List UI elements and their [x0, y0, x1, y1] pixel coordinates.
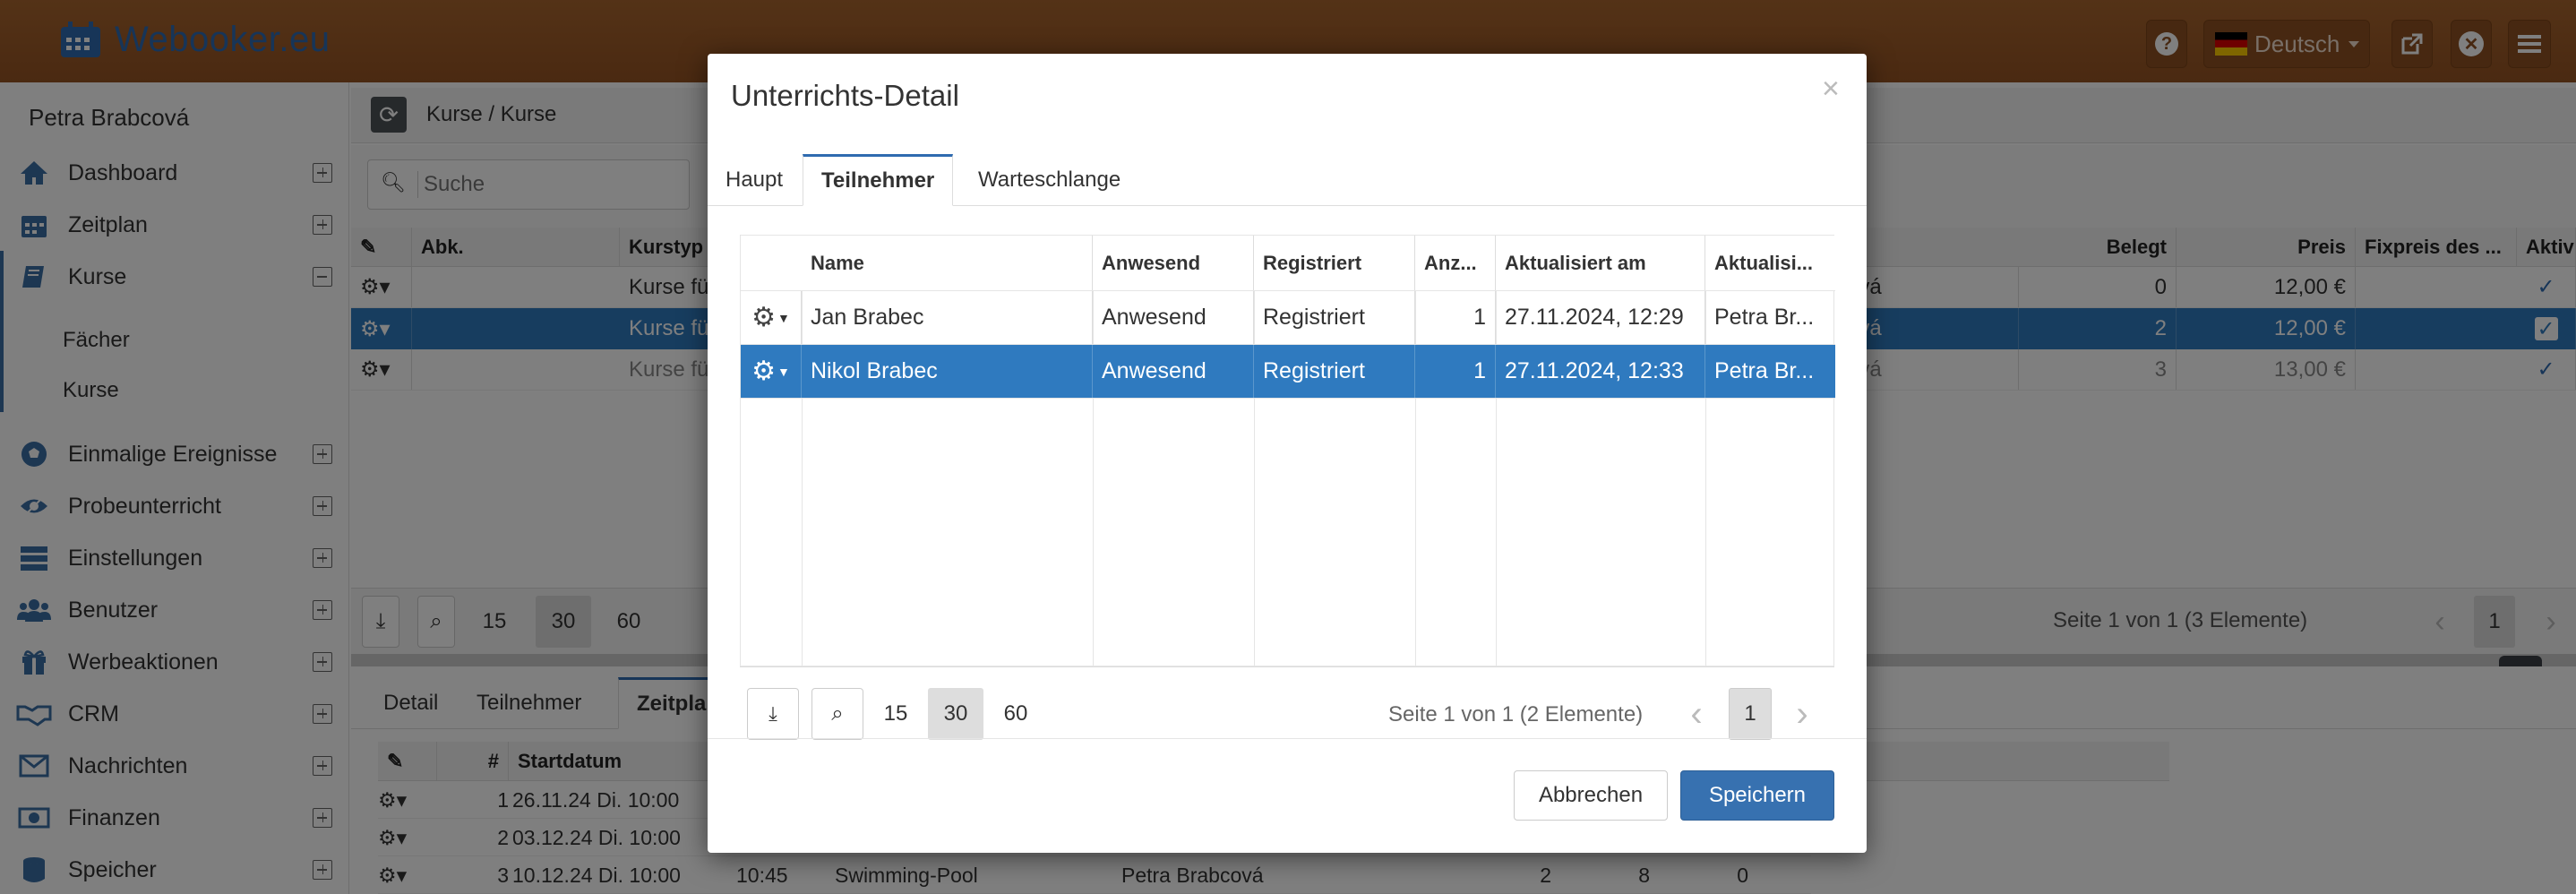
cell-aktualisiert-von: Petra Br... — [1714, 358, 1815, 383]
participants-grid: Name Anwesend Registriert Anz... Aktuali… — [740, 235, 1835, 667]
modal-tabs: Haupt Teilnehmer Warteschlange — [708, 143, 1867, 206]
grid-footer-divider — [740, 666, 1834, 667]
cancel-button[interactable]: Abbrechen — [1514, 770, 1668, 821]
caret-down-icon: ▼ — [777, 310, 790, 325]
modal-footer-divider — [708, 738, 1867, 739]
cell-name: Nikol Brabec — [802, 345, 1093, 398]
tab-haupt[interactable]: Haupt — [708, 154, 801, 206]
cell-anzahl: 1 — [1415, 291, 1496, 344]
gear-icon: ⚙ — [751, 303, 777, 332]
tab-warteschlange[interactable]: Warteschlange — [960, 154, 1138, 206]
page-size-30[interactable]: 30 — [928, 688, 983, 740]
header-anzahl[interactable]: Anz... — [1415, 236, 1496, 290]
save-button[interactable]: Speichern — [1680, 770, 1834, 821]
cell-aktualisiert-von: Petra Br... — [1714, 305, 1815, 330]
pager-info: Seite 1 von 1 (2 Elemente) — [1388, 702, 1644, 726]
page-1-button[interactable]: 1 — [1729, 688, 1772, 740]
cell-anzahl: 1 — [1415, 345, 1496, 398]
participants-grid-header: Name Anwesend Registriert Anz... Aktuali… — [741, 236, 1835, 291]
gear-icon: ⚙ — [751, 357, 777, 386]
participants-pager: ⤓ ⌕ 15 30 60 Seite 1 von 1 (2 Elemente) … — [740, 688, 1834, 742]
close-icon[interactable]: × — [1822, 72, 1840, 107]
table-row[interactable]: ⚙ ▼ Jan Brabec Anwesend Registriert 1 27.… — [741, 291, 1835, 345]
gear-menu-button[interactable]: ⚙ ▼ — [741, 291, 802, 344]
lesson-detail-modal: Unterrichts-Detail × Haupt Teilnehmer Wa… — [708, 54, 1867, 853]
header-name[interactable]: Name — [802, 236, 1093, 290]
page-size-60[interactable]: 60 — [991, 688, 1041, 740]
cell-anwesend: Anwesend — [1093, 345, 1254, 398]
cell-aktualisiert-am: 27.11.2024, 12:33 — [1496, 345, 1705, 398]
prev-page-icon[interactable]: ‹ — [1679, 688, 1714, 740]
tab-teilnehmer[interactable]: Teilnehmer — [803, 154, 954, 206]
next-page-icon[interactable]: › — [1784, 688, 1820, 740]
header-registriert[interactable]: Registriert — [1254, 236, 1415, 290]
page-size-15[interactable]: 15 — [871, 688, 921, 740]
header-aktualisiert-von[interactable]: Aktualisi... — [1705, 236, 1835, 290]
table-row-selected[interactable]: ⚙ ▼ Nikol Brabec Anwesend Registriert 1 2… — [741, 345, 1835, 399]
modal-title: Unterrichts-Detail — [731, 79, 959, 112]
search-button[interactable]: ⌕ — [811, 688, 863, 740]
gear-menu-button[interactable]: ⚙ ▼ — [741, 345, 802, 398]
header-anwesend[interactable]: Anwesend — [1093, 236, 1254, 290]
cell-registriert: Registriert — [1254, 345, 1415, 398]
download-icon: ⤓ — [769, 702, 777, 725]
header-aktualisiert-am[interactable]: Aktualisiert am — [1496, 236, 1705, 290]
cell-registriert: Registriert — [1254, 291, 1415, 344]
cell-name: Jan Brabec — [802, 291, 1093, 344]
cell-aktualisiert-am: 27.11.2024, 12:29 — [1496, 291, 1705, 344]
caret-down-icon: ▼ — [777, 364, 790, 379]
export-button[interactable]: ⤓ — [747, 688, 799, 740]
search-icon: ⌕ — [831, 701, 844, 726]
cell-anwesend: Anwesend — [1093, 291, 1254, 344]
